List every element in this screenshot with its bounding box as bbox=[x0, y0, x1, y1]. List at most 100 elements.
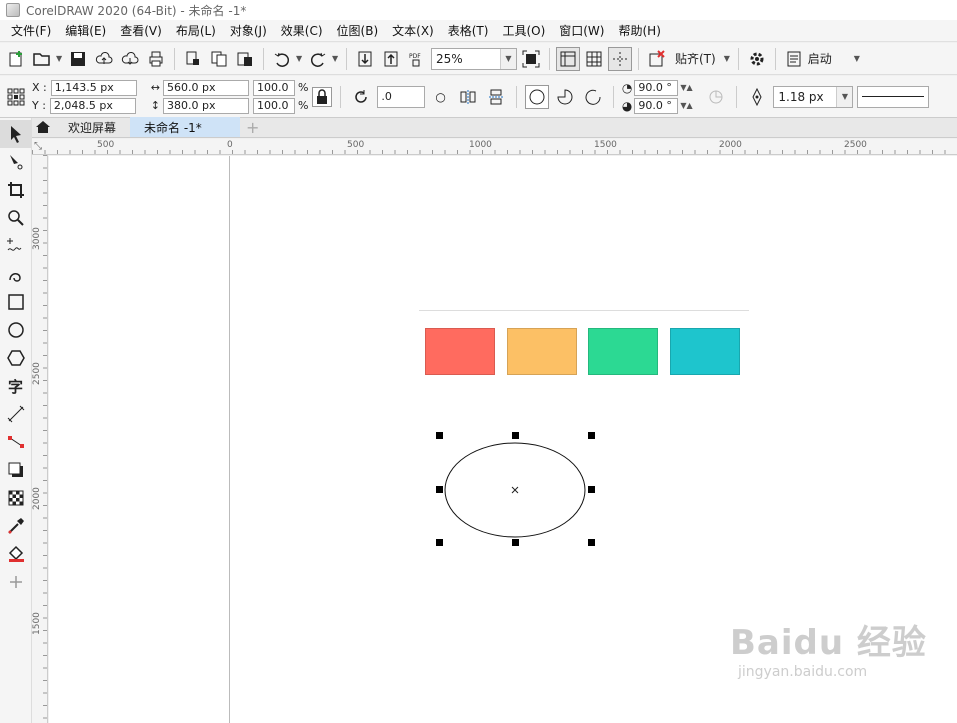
cloud-download-button[interactable] bbox=[118, 47, 142, 71]
selection-handle-right[interactable] bbox=[588, 486, 595, 493]
launch-dropdown-chevron-icon[interactable]: ▼ bbox=[854, 54, 862, 63]
publish-pdf-button[interactable]: PDF bbox=[405, 47, 429, 71]
outline-width-select[interactable]: 1.18 px ▼ bbox=[773, 85, 854, 108]
zoom-dropdown-chevron-icon[interactable]: ▼ bbox=[500, 48, 516, 69]
arc-mode-button[interactable] bbox=[581, 85, 605, 109]
text-tool[interactable]: 字 bbox=[0, 372, 32, 400]
snap-off-button[interactable] bbox=[645, 47, 669, 71]
parallel-dimension-tool[interactable] bbox=[0, 400, 32, 428]
import-button[interactable] bbox=[353, 47, 377, 71]
menu-effects[interactable]: 效果(C) bbox=[274, 22, 330, 39]
menu-file[interactable]: 文件(F) bbox=[4, 22, 58, 39]
redo-dropdown-chevron-icon[interactable]: ▼ bbox=[332, 54, 340, 63]
tab-welcome-screen[interactable]: 欢迎屏幕 bbox=[54, 117, 130, 137]
menu-table[interactable]: 表格(T) bbox=[441, 22, 496, 39]
undo-dropdown-chevron-icon[interactable]: ▼ bbox=[296, 54, 304, 63]
scale-height-field[interactable]: 100.0 bbox=[252, 97, 295, 114]
menu-view[interactable]: 查看(V) bbox=[113, 22, 169, 39]
vertical-ruler[interactable]: 3000 2500 2000 1500 bbox=[32, 155, 48, 723]
show-guidelines-button[interactable] bbox=[608, 46, 632, 71]
shape-tool[interactable] bbox=[0, 148, 32, 176]
zoom-full-page-button[interactable] bbox=[519, 47, 543, 71]
launch-label[interactable]: 启动 bbox=[808, 50, 832, 67]
freehand-tool[interactable] bbox=[0, 232, 32, 260]
selection-handle-bottom[interactable] bbox=[512, 539, 519, 546]
crop-tool[interactable] bbox=[0, 176, 32, 204]
x-position-field[interactable]: 1,143.5 px bbox=[50, 79, 137, 96]
selection-handle-top[interactable] bbox=[512, 432, 519, 439]
change-direction-button[interactable] bbox=[704, 85, 728, 109]
selection-handle-top-left[interactable] bbox=[436, 432, 443, 439]
redo-button[interactable] bbox=[306, 47, 330, 71]
menu-window[interactable]: 窗口(W) bbox=[552, 22, 611, 39]
lock-ratio-button[interactable] bbox=[312, 86, 333, 107]
export-button[interactable] bbox=[379, 47, 403, 71]
start-angle-field[interactable]: 90.0 ° bbox=[634, 79, 679, 96]
print-button[interactable] bbox=[144, 47, 168, 71]
menu-layout[interactable]: 布局(L) bbox=[169, 22, 223, 39]
mirror-horizontal-button[interactable] bbox=[456, 85, 480, 109]
new-document-button[interactable] bbox=[4, 47, 28, 71]
y-position-field[interactable]: 2,048.5 px bbox=[49, 97, 136, 114]
show-rulers-button[interactable] bbox=[556, 46, 580, 71]
tab-untitled-document[interactable]: 未命名 -1* bbox=[130, 117, 241, 137]
new-tab-button[interactable]: + bbox=[240, 117, 265, 137]
swatch-rectangle-cyan[interactable] bbox=[670, 328, 740, 375]
end-angle-field[interactable]: 90.0 ° bbox=[634, 97, 679, 114]
zoom-level-select[interactable]: 25% ▼ bbox=[431, 47, 517, 70]
scale-width-field[interactable]: 100.0 bbox=[252, 79, 295, 96]
menu-text[interactable]: 文本(X) bbox=[385, 22, 441, 39]
swatch-rectangle-red[interactable] bbox=[425, 328, 495, 375]
options-button[interactable] bbox=[745, 47, 769, 71]
pick-tool[interactable] bbox=[0, 120, 32, 148]
launch-button[interactable] bbox=[782, 47, 806, 71]
selection-handle-bottom-right[interactable] bbox=[588, 539, 595, 546]
guideline[interactable] bbox=[419, 310, 749, 311]
menu-object[interactable]: 对象(J) bbox=[223, 22, 274, 39]
menu-bitmaps[interactable]: 位图(B) bbox=[330, 22, 386, 39]
swatch-rectangle-green[interactable] bbox=[588, 328, 658, 375]
cloud-upload-button[interactable] bbox=[92, 47, 116, 71]
menu-tools[interactable]: 工具(O) bbox=[495, 22, 552, 39]
paste-button[interactable] bbox=[233, 47, 257, 71]
open-button[interactable] bbox=[30, 47, 54, 71]
line-style-select[interactable] bbox=[857, 85, 930, 108]
eyedropper-tool[interactable] bbox=[0, 512, 32, 540]
pie-mode-button[interactable] bbox=[553, 85, 577, 109]
horizontal-ruler[interactable]: ⤡ 500 0 500 1000 1500 2000 2500 bbox=[32, 139, 957, 155]
rotation-angle-field[interactable]: .0 bbox=[377, 85, 426, 108]
connector-tool[interactable] bbox=[0, 428, 32, 456]
selected-ellipse[interactable] bbox=[430, 430, 600, 550]
transparency-tool[interactable] bbox=[0, 484, 32, 512]
copy-button[interactable] bbox=[207, 47, 231, 71]
tab-home[interactable] bbox=[32, 117, 54, 137]
interactive-fill-tool[interactable] bbox=[0, 540, 32, 568]
save-button[interactable] bbox=[66, 47, 90, 71]
drop-shadow-tool[interactable] bbox=[0, 456, 32, 484]
rectangle-tool[interactable] bbox=[0, 288, 32, 316]
undo-button[interactable] bbox=[270, 47, 294, 71]
outline-width-dropdown-chevron-icon[interactable]: ▼ bbox=[836, 86, 853, 107]
end-angle-stepper[interactable]: ▼▲ bbox=[680, 101, 692, 110]
width-field[interactable]: 560.0 px bbox=[162, 79, 249, 96]
snap-dropdown-chevron-icon[interactable]: ▼ bbox=[724, 54, 732, 63]
height-field[interactable]: 380.0 px bbox=[162, 97, 249, 114]
quick-customize-button[interactable] bbox=[0, 568, 32, 596]
mirror-vertical-button[interactable] bbox=[484, 85, 508, 109]
menu-help[interactable]: 帮助(H) bbox=[611, 22, 667, 39]
artistic-media-tool[interactable] bbox=[0, 260, 32, 288]
show-grid-button[interactable] bbox=[582, 47, 606, 71]
import-corel-button[interactable] bbox=[181, 47, 205, 71]
menu-edit[interactable]: 编辑(E) bbox=[58, 22, 113, 39]
snap-to-label[interactable]: 贴齐(T) bbox=[675, 50, 716, 67]
selection-handle-bottom-left[interactable] bbox=[436, 539, 443, 546]
zoom-tool[interactable] bbox=[0, 204, 32, 232]
selection-handle-top-right[interactable] bbox=[588, 432, 595, 439]
ellipse-mode-button[interactable] bbox=[524, 84, 549, 109]
polygon-tool[interactable] bbox=[0, 344, 32, 372]
object-origin-button[interactable] bbox=[4, 85, 28, 109]
swatch-rectangle-orange[interactable] bbox=[507, 328, 577, 375]
open-dropdown-chevron-icon[interactable]: ▼ bbox=[56, 54, 64, 63]
selection-handle-left[interactable] bbox=[436, 486, 443, 493]
start-angle-stepper[interactable]: ▼▲ bbox=[680, 83, 692, 92]
